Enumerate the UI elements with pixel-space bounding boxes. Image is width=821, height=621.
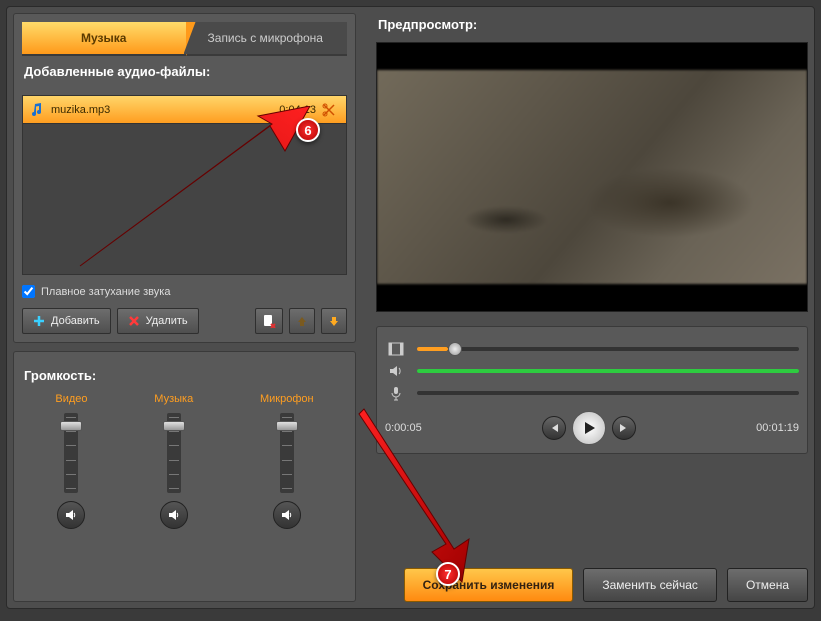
arrow-down-icon xyxy=(328,315,340,327)
fade-checkbox-row[interactable]: Плавное затухание звука xyxy=(22,285,347,298)
volume-heading: Громкость: xyxy=(24,368,347,383)
replace-button[interactable]: Заменить сейчас xyxy=(583,568,717,602)
arrow-up-icon xyxy=(296,315,308,327)
play-button[interactable] xyxy=(572,411,606,445)
clear-icon xyxy=(262,314,276,328)
audio-track-slider[interactable] xyxy=(417,369,799,373)
time-total: 00:01:19 xyxy=(756,422,799,434)
delete-button-label: Удалить xyxy=(146,315,188,327)
music-note-icon xyxy=(31,103,45,117)
add-button-label: Добавить xyxy=(51,315,100,327)
audio-list: muzika.mp3 0:04:13 xyxy=(22,95,347,275)
fade-checkbox[interactable] xyxy=(22,285,35,298)
speaker-icon xyxy=(280,508,294,522)
move-up-button[interactable] xyxy=(289,308,315,334)
x-icon xyxy=(128,315,140,327)
scissors-icon[interactable] xyxy=(322,103,338,117)
preview-frame xyxy=(377,70,807,284)
video-track-slider[interactable] xyxy=(417,347,799,351)
audio-duration: 0:04:13 xyxy=(279,104,316,116)
time-current: 0:00:05 xyxy=(385,422,422,434)
replace-button-label: Заменить сейчас xyxy=(602,578,698,592)
plus-icon xyxy=(33,315,45,327)
microphone-icon xyxy=(385,385,407,401)
speaker-icon xyxy=(64,508,78,522)
volume-mic-label: Микрофон xyxy=(260,393,314,405)
volume-video-slider[interactable] xyxy=(64,413,78,493)
audio-files-heading: Добавленные аудио-файлы: xyxy=(24,64,347,79)
preview-viewport xyxy=(376,42,808,312)
mic-track-slider[interactable] xyxy=(417,391,799,395)
speaker-icon xyxy=(167,508,181,522)
volume-music-mute[interactable] xyxy=(160,501,188,529)
volume-video-mute[interactable] xyxy=(57,501,85,529)
save-button-label: Сохранить изменения xyxy=(423,578,555,592)
cancel-button-label: Отмена xyxy=(746,578,789,592)
tab-microphone[interactable]: Запись с микрофона xyxy=(184,22,348,54)
speaker-icon xyxy=(385,363,407,379)
move-down-button[interactable] xyxy=(321,308,347,334)
add-button[interactable]: Добавить xyxy=(22,308,111,334)
volume-music-slider[interactable] xyxy=(167,413,181,493)
tab-music[interactable]: Музыка xyxy=(22,22,186,54)
next-button[interactable] xyxy=(612,416,636,440)
volume-mic-mute[interactable] xyxy=(273,501,301,529)
skip-forward-icon xyxy=(618,422,630,434)
skip-back-icon xyxy=(548,422,560,434)
fade-label: Плавное затухание звука xyxy=(41,286,170,298)
save-button[interactable]: Сохранить изменения xyxy=(404,568,574,602)
play-icon xyxy=(581,420,597,436)
cancel-button[interactable]: Отмена xyxy=(727,568,808,602)
delete-button[interactable]: Удалить xyxy=(117,308,199,334)
audio-item[interactable]: muzika.mp3 0:04:13 xyxy=(23,96,346,124)
volume-music-label: Музыка xyxy=(154,393,193,405)
film-icon xyxy=(385,341,407,357)
preview-heading: Предпросмотр: xyxy=(378,17,808,32)
audio-filename: muzika.mp3 xyxy=(51,104,279,116)
volume-mic-slider[interactable] xyxy=(280,413,294,493)
tab-microphone-label: Запись с микрофона xyxy=(208,31,323,45)
prev-button[interactable] xyxy=(542,416,566,440)
volume-video-label: Видео xyxy=(55,393,87,405)
tab-music-label: Музыка xyxy=(81,31,126,45)
clear-list-button[interactable] xyxy=(255,308,283,334)
